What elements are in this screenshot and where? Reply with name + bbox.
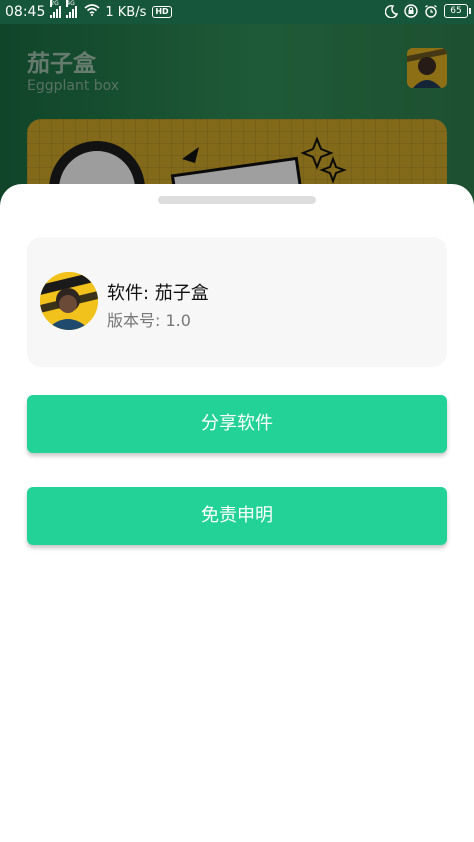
hd-icon: HD (152, 6, 172, 18)
status-time: 08:45 (5, 4, 46, 20)
wifi-icon (84, 4, 100, 20)
app-info-card: 软件: 茄子盒 版本号: 1.0 (27, 237, 447, 367)
app-name-text: 软件: 茄子盒 (107, 283, 209, 304)
moon-icon (385, 4, 398, 18)
network-speed: 1 KB/s (105, 4, 147, 20)
status-bar: 08:45 2G 4G 1 KB/s HD 65 (0, 0, 474, 24)
drag-handle[interactable] (158, 196, 316, 204)
app-avatar (40, 272, 98, 330)
signal-icon: 4G (66, 0, 78, 18)
disclaimer-button[interactable]: 免责申明 (27, 487, 447, 545)
battery-icon: 65 (444, 4, 471, 18)
share-app-button[interactable]: 分享软件 (27, 395, 447, 453)
lock-rotation-icon (404, 4, 418, 18)
alarm-icon (424, 4, 438, 18)
signal-icon: 2G (50, 0, 62, 18)
app-version-text: 版本号: 1.0 (107, 311, 191, 330)
bottom-sheet: 软件: 茄子盒 版本号: 1.0 分享软件 免责申明 (0, 184, 474, 842)
